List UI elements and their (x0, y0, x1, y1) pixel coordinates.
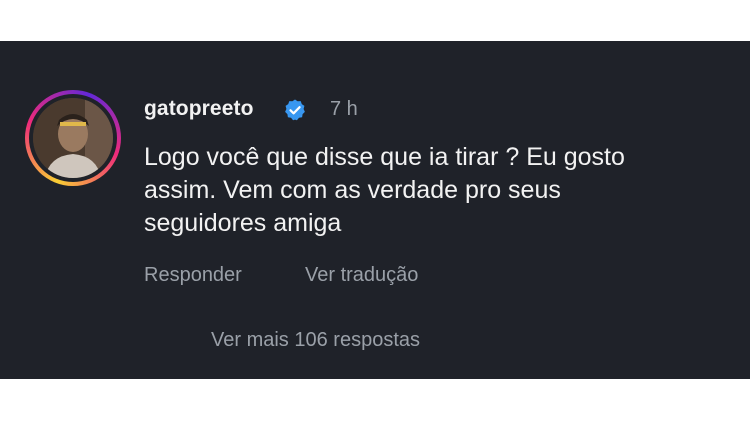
comment-text: Logo você que disse que ia tirar ? Eu go… (144, 141, 734, 240)
avatar-photo (33, 98, 113, 178)
comment-panel: gatopreeto 7 h Logo você que disse que i… (0, 41, 750, 379)
see-translation-button[interactable]: Ver tradução (305, 264, 418, 287)
comment-text-line: Logo você que disse que ia tirar ? Eu go… (144, 143, 625, 171)
replies-divider (144, 341, 192, 342)
comment-text-line: seguidores amiga (144, 209, 342, 237)
avatar-story-ring[interactable] (25, 90, 121, 186)
avatar-ring-gap (29, 94, 117, 182)
view-more-replies-button[interactable]: Ver mais 106 respostas (211, 329, 420, 352)
avatar[interactable] (33, 98, 113, 178)
comment-timestamp: 7 h (330, 98, 358, 120)
reply-button[interactable]: Responder (144, 264, 242, 287)
verified-badge-icon (285, 99, 305, 121)
comment-text-line: assim. Vem com as verdade pro seus (144, 176, 561, 204)
comment-username[interactable]: gatopreeto (144, 97, 254, 121)
